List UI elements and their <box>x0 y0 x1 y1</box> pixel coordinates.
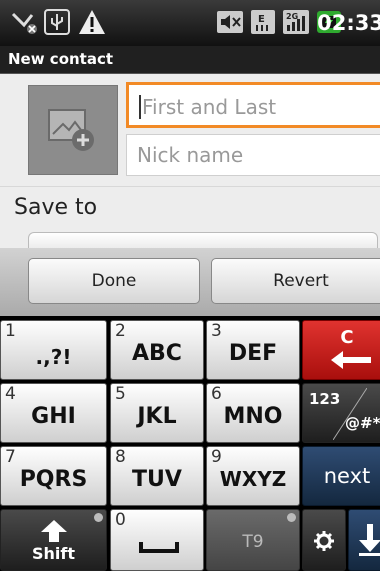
key-label: C <box>340 327 354 348</box>
gear-icon <box>314 531 334 551</box>
key-label: .,?! <box>35 345 72 369</box>
add-photo-icon <box>48 109 94 151</box>
done-button[interactable]: Done <box>28 258 200 304</box>
t9-key[interactable]: T9 <box>206 509 300 571</box>
key-label: T9 <box>242 532 264 552</box>
clear-key[interactable]: C <box>302 320 380 380</box>
key-number: 5 <box>115 384 126 404</box>
shift-key[interactable]: Shift <box>0 509 107 571</box>
key-label: ABC <box>132 341 182 366</box>
shift-arrow-icon <box>41 520 67 542</box>
key-label: next <box>323 464 371 488</box>
indicator-dot <box>94 513 103 522</box>
key-label: DEF <box>228 341 278 366</box>
title-bar: New contact <box>0 46 380 74</box>
key-number: 3 <box>211 321 222 341</box>
key-number: 9 <box>211 447 222 467</box>
key-number: 2 <box>115 321 126 341</box>
page-title: New contact <box>8 50 114 68</box>
key-2[interactable]: 2 ABC <box>110 320 204 380</box>
indicator-dot <box>287 513 296 522</box>
key-label: TUV <box>132 467 182 492</box>
keyboard: 1 .,?! 2 ABC 3 DEF C 4 GHI 5 JKL 6 MNO 1… <box>0 316 380 571</box>
svg-text:E: E <box>258 14 265 25</box>
settings-key[interactable] <box>302 509 346 571</box>
key-number: 8 <box>115 447 126 467</box>
nick-name-field[interactable]: Nick name <box>126 134 380 176</box>
key-number: 6 <box>211 384 222 404</box>
usb-icon <box>44 9 70 37</box>
warning-icon <box>78 9 106 37</box>
key-label: GHI <box>31 404 76 429</box>
symbols-key[interactable]: 123 @#* <box>302 383 380 443</box>
key-label: Shift <box>31 544 75 563</box>
key-7[interactable]: 7 PQRS <box>0 446 107 506</box>
account-selector[interactable] <box>28 232 378 248</box>
key-5[interactable]: 5 JKL <box>110 383 204 443</box>
key-4[interactable]: 4 GHI <box>0 383 107 443</box>
first-last-name-field[interactable]: First and Last <box>126 82 380 128</box>
contact-form: First and Last Nick name Save to <box>0 74 380 248</box>
key-number: 1 <box>5 321 16 341</box>
key-label: MNO <box>223 404 283 429</box>
hide-keyboard-key[interactable] <box>348 509 380 571</box>
space-key[interactable]: 0 <box>110 509 204 571</box>
key-label: WXYZ <box>219 467 287 491</box>
save-to-label: Save to <box>14 195 98 220</box>
space-bar-icon <box>139 542 179 553</box>
status-bar: E 2G 02:33 <box>0 0 380 46</box>
backspace-arrow-icon <box>331 351 371 369</box>
clock: 02:33 <box>317 11 380 35</box>
key-label: PQRS <box>19 467 88 492</box>
key-6[interactable]: 6 MNO <box>206 383 300 443</box>
key-number: 4 <box>5 384 16 404</box>
arrow-down-icon <box>359 524 380 556</box>
missed-call-icon <box>10 9 40 37</box>
nick-name-placeholder: Nick name <box>137 143 244 167</box>
key-label: JKL <box>137 404 177 429</box>
signal-icon: 2G <box>282 9 310 37</box>
revert-button[interactable]: Revert <box>211 258 380 304</box>
key-3[interactable]: 3 DEF <box>206 320 300 380</box>
save-to-section: Save to <box>0 186 380 232</box>
key-8[interactable]: 8 TUV <box>110 446 204 506</box>
key-1[interactable]: 1 .,?! <box>0 320 107 380</box>
action-bar: Done Revert <box>0 248 380 316</box>
mute-icon <box>216 9 244 37</box>
contact-photo-button[interactable] <box>28 85 118 175</box>
svg-text:2G: 2G <box>286 12 298 21</box>
key-number: 0 <box>115 510 126 530</box>
network-e-icon: E <box>250 9 276 37</box>
text-cursor <box>139 94 141 119</box>
divider-slash-icon <box>333 388 367 440</box>
key-9[interactable]: 9 WXYZ <box>206 446 300 506</box>
next-key[interactable]: next <box>302 446 380 506</box>
first-last-placeholder: First and Last <box>142 95 277 119</box>
key-number: 7 <box>5 447 16 467</box>
